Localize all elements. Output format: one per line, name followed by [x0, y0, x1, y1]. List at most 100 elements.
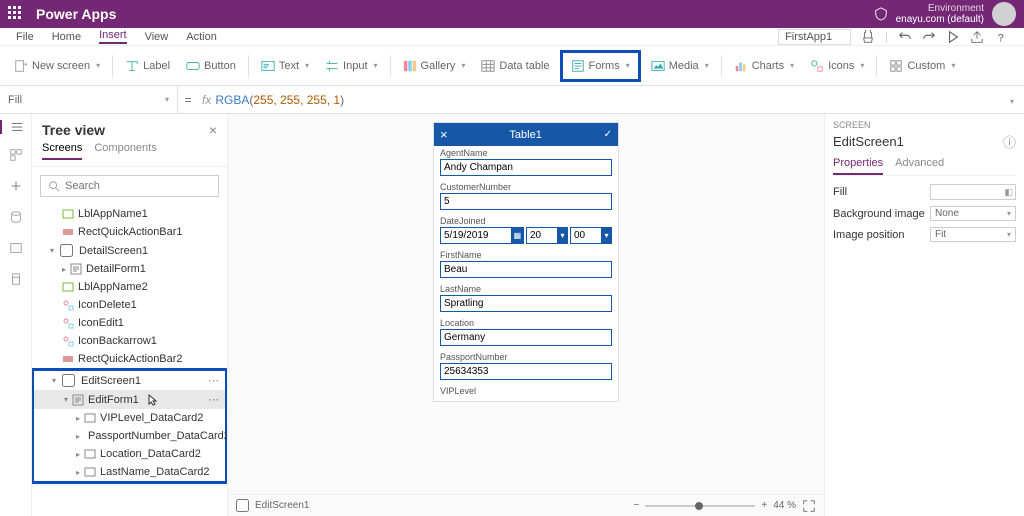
label-button[interactable]: Label — [119, 55, 176, 77]
tree-detailscreen1[interactable]: ▾DetailScreen1 — [32, 241, 227, 260]
chevron-down-icon[interactable]: ▾ — [601, 227, 612, 244]
calendar-icon[interactable]: ▦ — [511, 227, 524, 244]
firstname-label: FirstName — [440, 250, 612, 260]
equals-sign: = — [178, 93, 198, 107]
tree-editscreen1[interactable]: ▾EditScreen1⋯ — [34, 371, 225, 390]
chevron-down-icon[interactable]: ▾ — [557, 227, 568, 244]
screen-checkbox[interactable] — [236, 499, 249, 512]
prop-fill-value[interactable]: ◧ — [930, 184, 1016, 200]
menu-view[interactable]: View — [145, 31, 169, 43]
tree-lblappname1[interactable]: LblAppName1 — [32, 205, 227, 223]
menu-home[interactable]: Home — [52, 31, 81, 43]
rail-advanced[interactable] — [9, 272, 23, 289]
tree-location-card[interactable]: ▸Location_DataCard2 — [34, 445, 225, 463]
undo-icon[interactable] — [898, 30, 912, 44]
app-title: Power Apps — [36, 6, 116, 22]
button-button[interactable]: Button — [180, 55, 242, 77]
text-button[interactable]: Text▾ — [255, 55, 315, 77]
tree-vip-card[interactable]: ▸VIPLevel_DataCard2 — [34, 409, 225, 427]
lastname-input[interactable] — [440, 295, 612, 312]
property-selector[interactable]: Fill▾ — [0, 86, 178, 113]
fit-icon[interactable] — [802, 499, 816, 513]
forms-button[interactable]: Forms▾ — [565, 55, 636, 77]
vip-label: VIPLevel — [440, 386, 612, 396]
props-section: SCREEN — [833, 120, 1016, 130]
zoom-slider[interactable] — [645, 505, 755, 507]
tree-detailform1[interactable]: ▸DetailForm1 — [32, 260, 227, 278]
app-checker-icon[interactable] — [861, 30, 875, 44]
media-button[interactable]: Media▾ — [645, 55, 715, 77]
input-icon — [325, 59, 339, 73]
check-icon[interactable]: ✓ — [604, 129, 612, 140]
rail-tree[interactable] — [0, 120, 31, 134]
close-icon[interactable]: × — [209, 122, 217, 138]
help-icon[interactable]: ? — [994, 30, 1008, 44]
tree-iconback1[interactable]: IconBackarrow1 — [32, 332, 227, 350]
app-topbar: Power Apps Environment enayu.com (defaul… — [0, 0, 1024, 28]
rail-insert[interactable] — [9, 148, 23, 165]
input-button[interactable]: Input▾ — [319, 55, 383, 77]
canvas-footer: EditScreen1 − + 44 % — [228, 494, 824, 516]
gallery-button[interactable]: Gallery▾ — [397, 55, 472, 77]
menu-insert[interactable]: Insert — [99, 29, 127, 44]
icons-button[interactable]: Icons▾ — [804, 55, 870, 77]
tree-highlight: ▾EditScreen1⋯ ▾EditForm1⋯ ▸VIPLevel_Data… — [32, 368, 227, 484]
new-screen-button[interactable]: New screen▾ — [8, 55, 106, 77]
zoom-in[interactable]: + — [761, 500, 767, 511]
phone-preview[interactable]: × Table1 ✓ AgentName CustomerNumber Date… — [433, 122, 619, 402]
tree-rectbar2[interactable]: RectQuickActionBar2 — [32, 350, 227, 368]
environment-label: Environment — [896, 3, 984, 14]
lastname-label: LastName — [440, 284, 612, 294]
custom-button[interactable]: Custom▾ — [883, 55, 961, 77]
close-x-icon[interactable]: × — [440, 127, 448, 142]
text-icon — [261, 59, 275, 73]
charts-button[interactable]: Charts▾ — [728, 55, 800, 77]
menu-file[interactable]: File — [16, 31, 34, 43]
menubar: File Home Insert View Action FirstApp1 |… — [0, 28, 1024, 46]
rail-add[interactable] — [9, 179, 23, 196]
app-name-field[interactable]: FirstApp1 — [778, 29, 851, 45]
location-label: Location — [440, 318, 612, 328]
tree-editform1[interactable]: ▾EditForm1⋯ — [34, 390, 225, 409]
redo-icon[interactable] — [922, 30, 936, 44]
waffle-icon[interactable] — [8, 6, 24, 22]
customernumber-label: CustomerNumber — [440, 182, 612, 192]
customernumber-input[interactable] — [440, 193, 612, 210]
rail-data[interactable] — [9, 210, 23, 227]
share-icon[interactable] — [970, 30, 984, 44]
prop-bgimage-value[interactable]: None▾ — [930, 206, 1016, 221]
play-icon[interactable] — [946, 30, 960, 44]
tree-rectbar1[interactable]: RectQuickActionBar1 — [32, 223, 227, 241]
date-input[interactable] — [440, 227, 511, 244]
tab-screens[interactable]: Screens — [42, 142, 82, 160]
environment-picker[interactable]: Environment enayu.com (default) — [896, 3, 984, 25]
tab-components[interactable]: Components — [94, 142, 156, 160]
cursor-icon — [147, 394, 159, 406]
formula-input[interactable]: RGBA(255, 255, 255, 1) — [215, 93, 344, 107]
tree-iconedit1[interactable]: IconEdit1 — [32, 314, 227, 332]
agentname-input[interactable] — [440, 159, 612, 176]
button-icon — [186, 59, 200, 73]
search-input[interactable] — [65, 180, 212, 192]
info-icon[interactable]: ⓘ — [1003, 132, 1016, 151]
rail-media[interactable] — [9, 241, 23, 258]
tree-search[interactable] — [40, 175, 219, 197]
canvas: × Table1 ✓ AgentName CustomerNumber Date… — [228, 114, 824, 516]
avatar[interactable] — [992, 2, 1016, 26]
tab-properties[interactable]: Properties — [833, 157, 883, 175]
location-input[interactable] — [440, 329, 612, 346]
hour-input[interactable] — [526, 227, 557, 244]
firstname-input[interactable] — [440, 261, 612, 278]
tree-icondelete1[interactable]: IconDelete1 — [32, 296, 227, 314]
tree-lastname-card[interactable]: ▸LastName_DataCard2 — [34, 463, 225, 481]
menu-action[interactable]: Action — [186, 31, 217, 43]
tree-passport-card[interactable]: ▸PassportNumber_DataCard2 — [34, 427, 225, 445]
tab-advanced[interactable]: Advanced — [895, 157, 944, 175]
zoom-out[interactable]: − — [634, 500, 640, 511]
passport-input[interactable] — [440, 363, 612, 380]
minute-input[interactable] — [570, 227, 601, 244]
tree-lblappname2[interactable]: LblAppName2 — [32, 278, 227, 296]
prop-imgpos-value[interactable]: Fit▾ — [930, 227, 1016, 242]
formula-expand[interactable]: ▾ — [998, 93, 1024, 107]
datatable-button[interactable]: Data table — [475, 55, 555, 77]
